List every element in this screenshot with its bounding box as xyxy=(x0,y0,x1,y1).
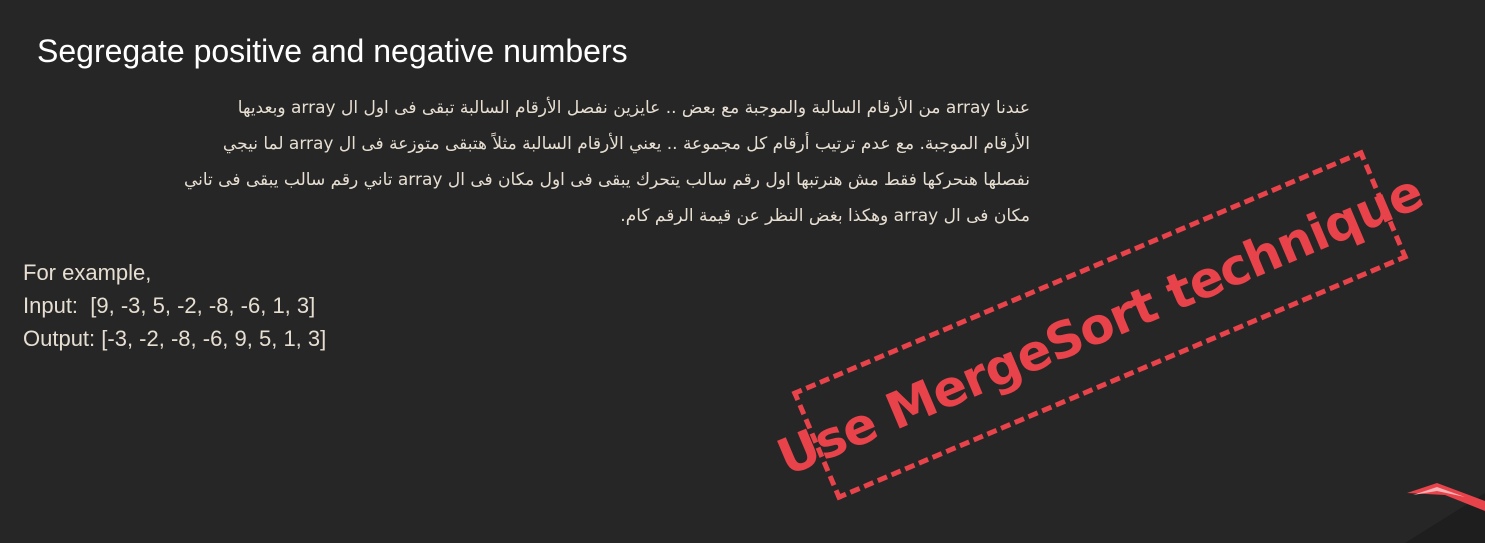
example-input: Input: [9, -3, 5, -2, -8, -6, 1, 3] xyxy=(23,293,316,318)
description-line-1: عندنا array من الأرقام السالبة والموجبة … xyxy=(237,98,1030,118)
example-heading: For example, xyxy=(23,260,152,285)
example-block: For example, Input: [9, -3, 5, -2, -8, -… xyxy=(23,256,326,355)
example-output: Output: [-3, -2, -8, -6, 9, 5, 1, 3] xyxy=(23,326,327,351)
arabic-description: عندنا array من الأرقام السالبة والموجبة … xyxy=(40,90,1030,234)
slide-title: Segregate positive and negative numbers xyxy=(37,33,628,69)
corner-decoration-icon xyxy=(1405,483,1485,543)
description-line-3: نفصلها هنحركها فقط مش هنرتبها اول رقم سا… xyxy=(183,170,1030,190)
slide: Segregate positive and negative numbers … xyxy=(0,0,1485,543)
description-line-2: الأرقام الموجبة. مع عدم ترتيب أرقام كل م… xyxy=(222,134,1030,154)
description-line-4: مكان فى ال array وهكذا بغض النظر عن قيمة… xyxy=(620,206,1030,226)
